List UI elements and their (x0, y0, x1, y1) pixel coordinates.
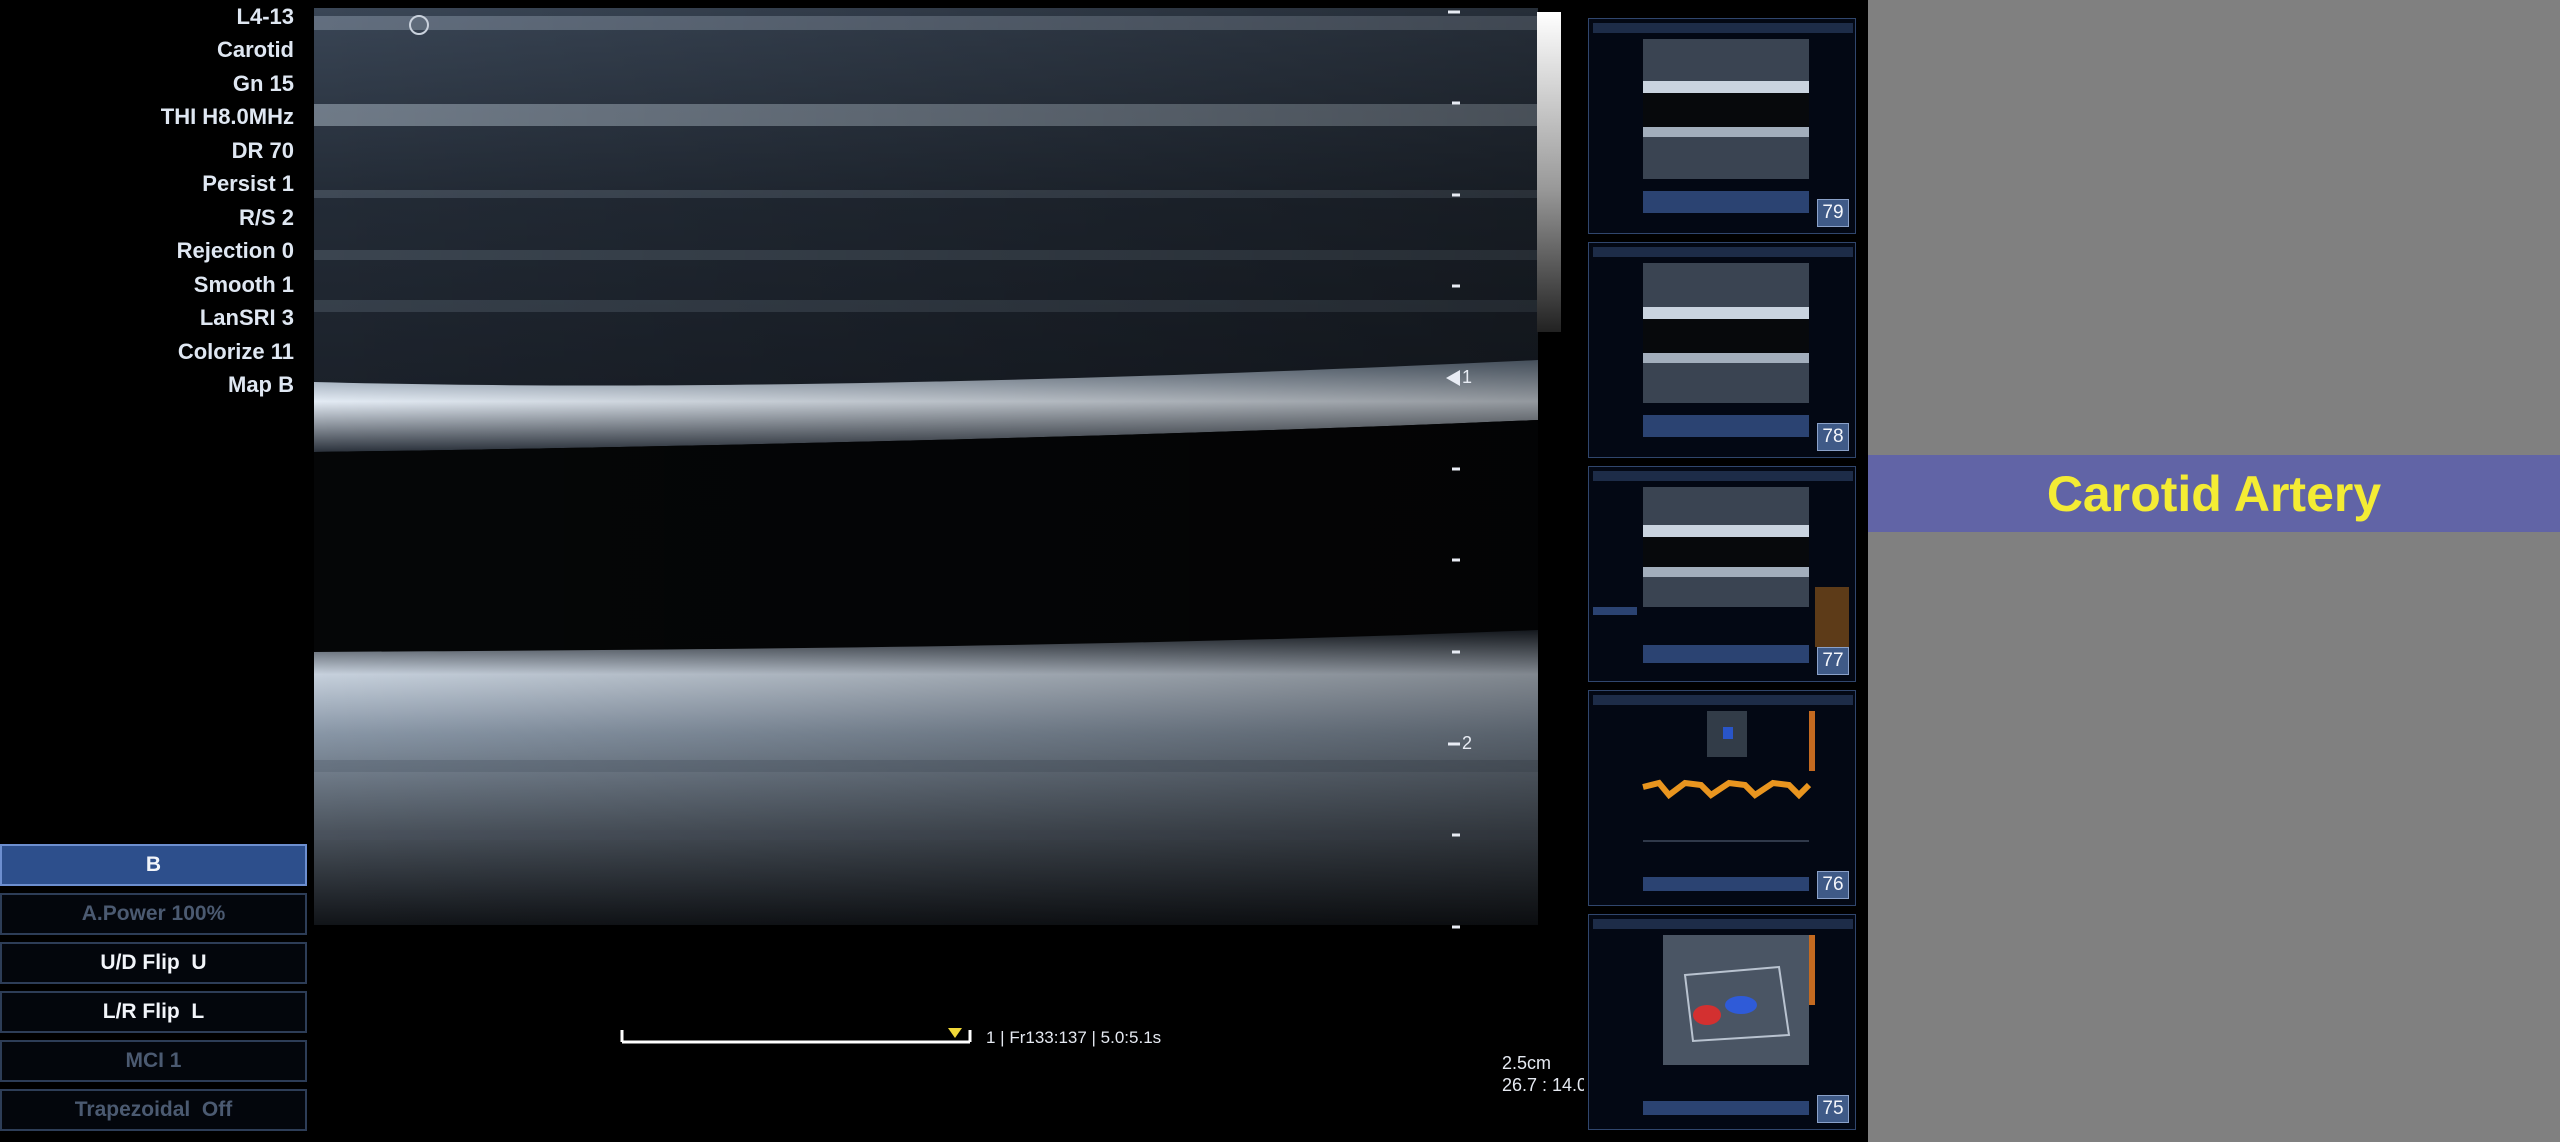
param-probe: L4-13 (236, 4, 294, 29)
measurement-readout: 2.5cm 26.7 : 14.0 (1502, 1052, 1584, 1096)
thumbnail-79[interactable]: 79 (1588, 18, 1856, 234)
param-preset: Carotid (217, 37, 294, 62)
thumbnail-number: 76 (1817, 871, 1849, 899)
focus-depth-label: 1 (1462, 367, 1473, 387)
cine-scrollbar[interactable] (620, 1024, 972, 1044)
thumbnail-number: 79 (1817, 199, 1849, 227)
lr-flip-button[interactable]: L/R Flip L (0, 991, 307, 1033)
acoustic-power-button[interactable]: A.Power 100% (0, 893, 307, 935)
trapezoidal-button[interactable]: Trapezoidal Off (0, 1089, 307, 1131)
title-banner: Carotid Artery (1868, 455, 2560, 532)
param-smooth: Smooth 1 (193, 272, 294, 297)
cine-position-marker-icon (948, 1028, 962, 1038)
param-gain: Gn 15 (232, 71, 294, 96)
thumbnail-number: 77 (1817, 647, 1849, 675)
param-map: Map B (228, 372, 294, 397)
param-frequency: THI H8.0MHz (160, 104, 294, 129)
focus-marker-icon (1446, 370, 1460, 386)
grayscale-map-bar (1537, 12, 1561, 332)
measurement-ratio: 26.7 : 14.0 (1502, 1075, 1584, 1095)
thumbnail-76[interactable]: 76 (1588, 690, 1856, 906)
depth-ticks (1448, 10, 1460, 929)
param-lansri: LanSRI 3 (199, 305, 294, 330)
depth-label-2: 2 (1462, 733, 1473, 753)
side-title-panel: Carotid Artery (1868, 0, 2560, 1142)
thumbnail-75[interactable]: 75 (1588, 914, 1856, 1130)
depth-scale: 1 2 (1440, 0, 1510, 930)
param-rejection: Rejection 0 (176, 238, 294, 263)
param-dynamic-range: DR 70 (231, 138, 294, 163)
b-mode-button[interactable]: B (0, 844, 307, 886)
thumbnail-number: 75 (1817, 1095, 1849, 1123)
param-colorize: Colorize 11 (177, 339, 294, 364)
measurement-depth: 2.5cm (1502, 1053, 1552, 1073)
param-persist: Persist 1 (202, 171, 294, 196)
mci-button[interactable]: MCI 1 (0, 1040, 307, 1082)
thumbnail-number: 78 (1817, 423, 1849, 451)
thumbnail-77[interactable]: 77 (1588, 466, 1856, 682)
ultrasound-image[interactable] (314, 0, 1538, 930)
cine-frame-info: 1 | Fr133:137 | 5.0:5.1s (986, 1028, 1162, 1047)
page-title: Carotid Artery (2046, 465, 2382, 522)
param-rs: R/S 2 (238, 205, 294, 230)
ud-flip-button[interactable]: U/D Flip U (0, 942, 307, 984)
thumbnail-78[interactable]: 78 (1588, 242, 1856, 458)
